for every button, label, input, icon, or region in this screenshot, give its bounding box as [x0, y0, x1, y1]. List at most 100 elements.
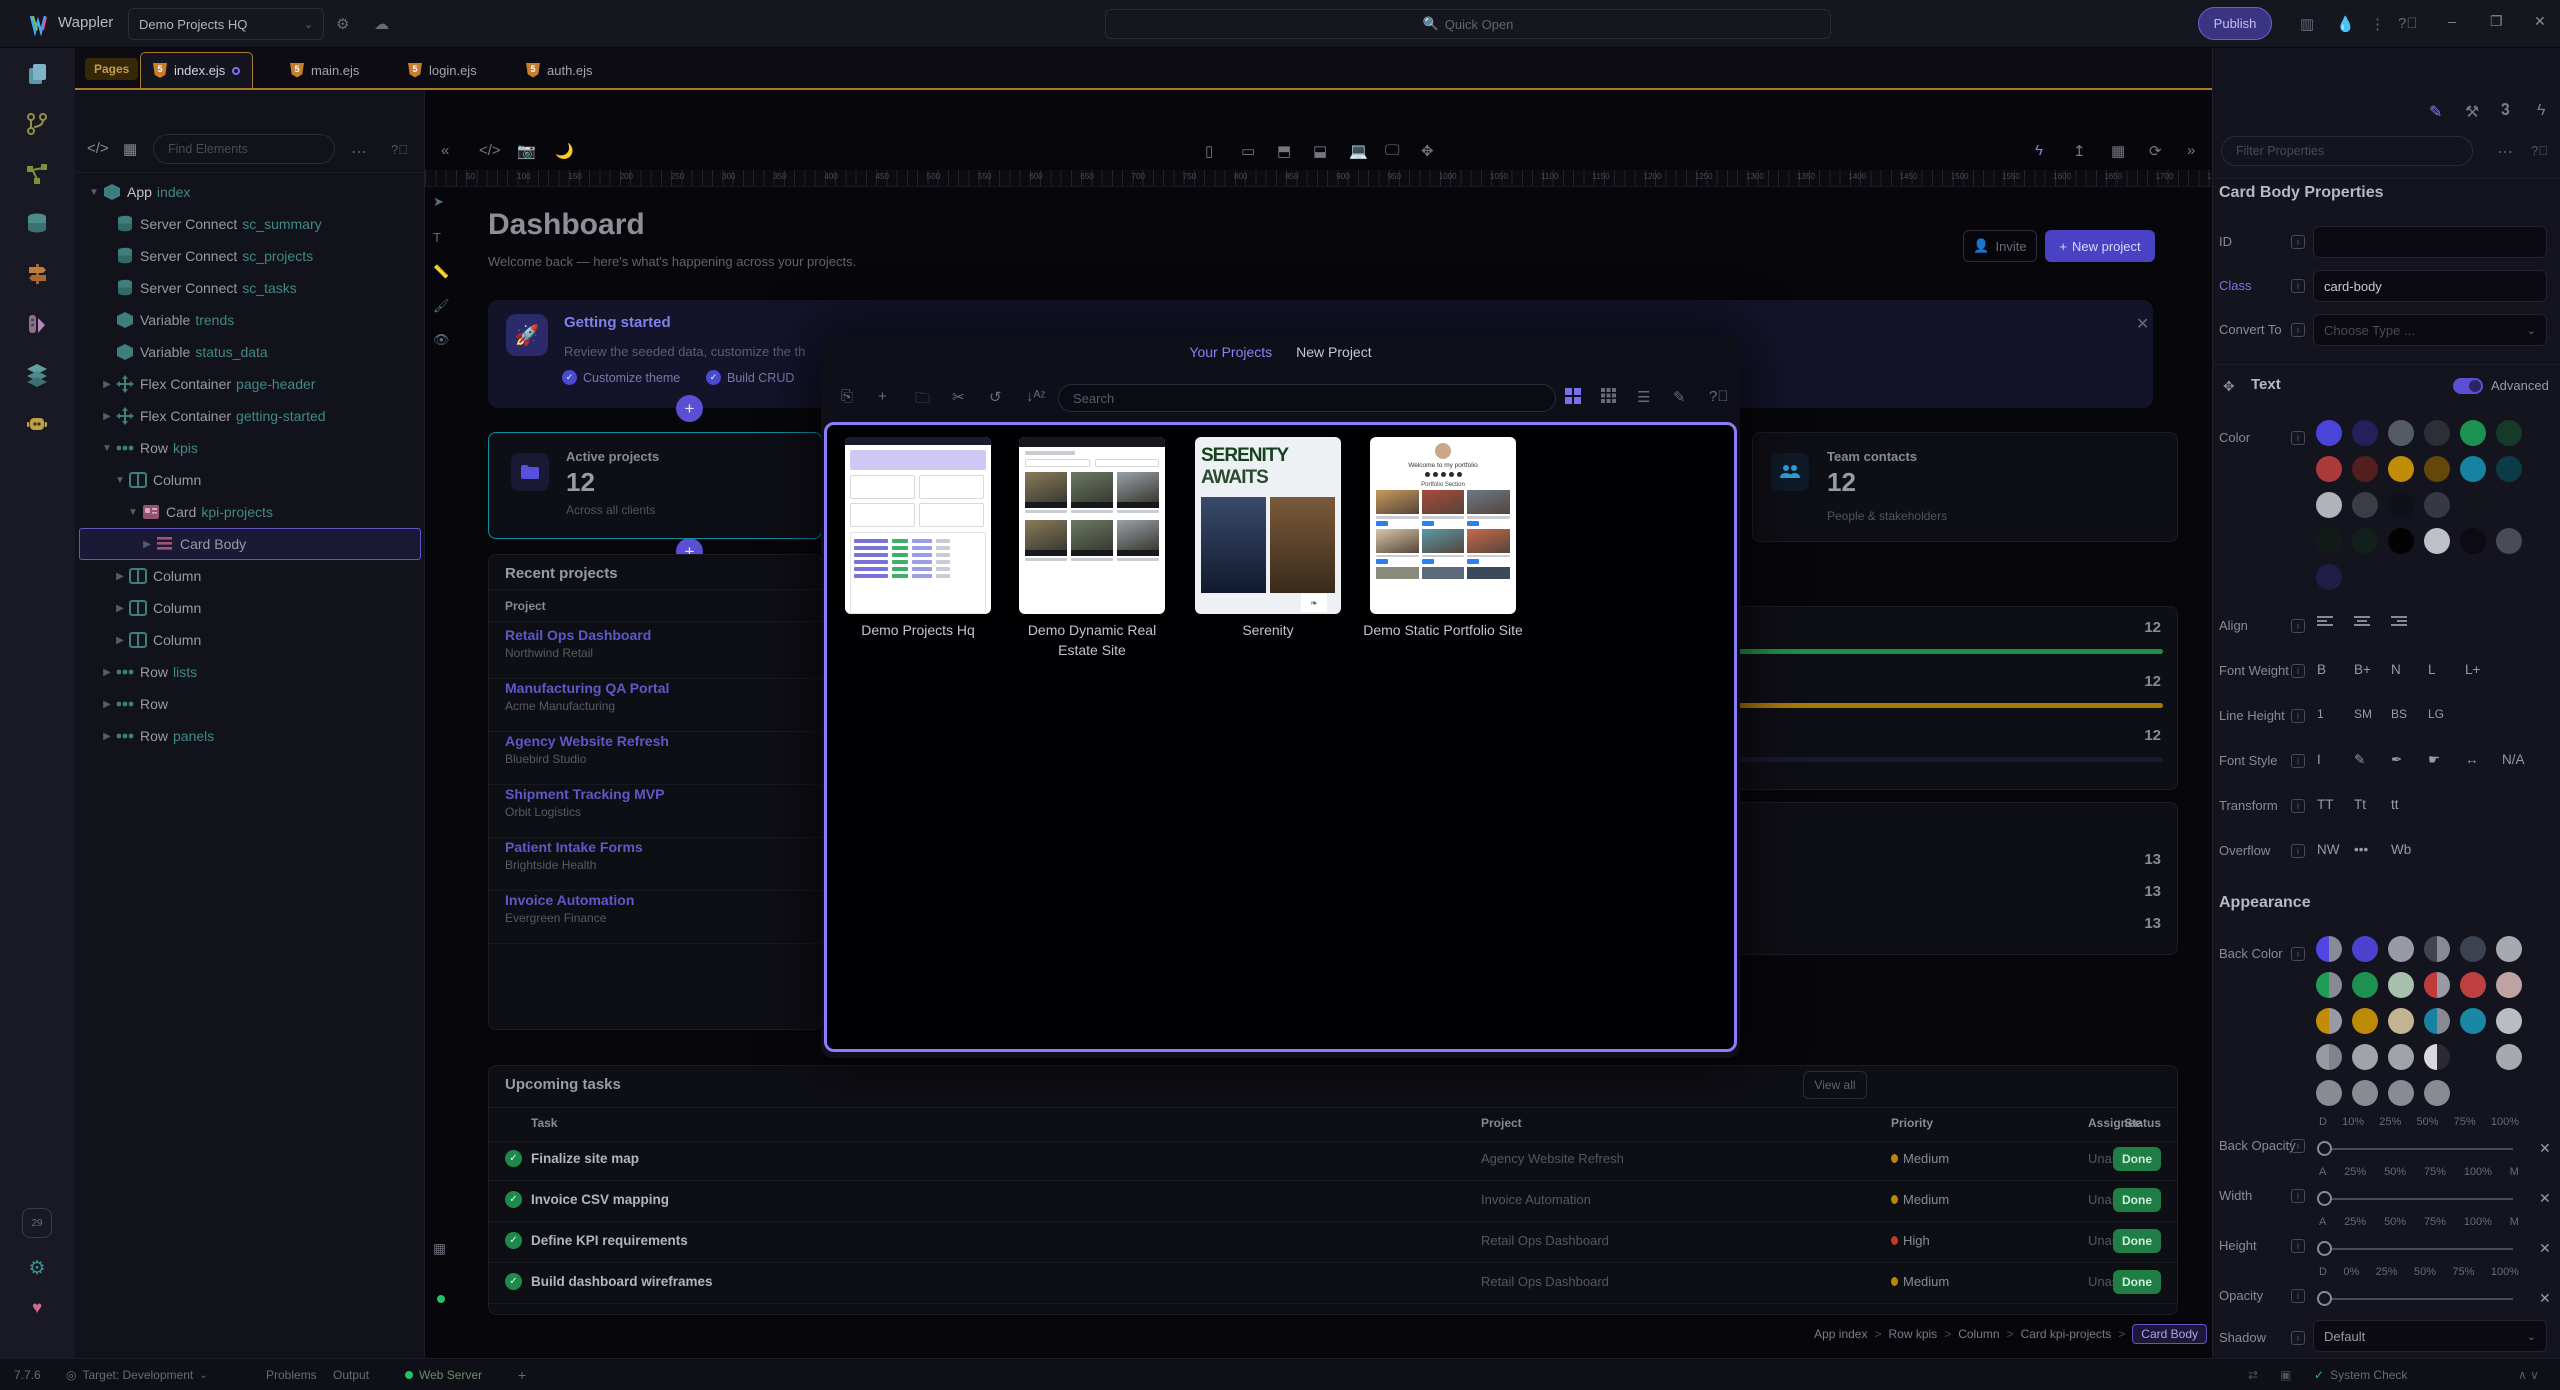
back-color-swatch[interactable]	[2388, 1080, 2414, 1106]
font-weight-option-L+[interactable]: L+	[2465, 662, 2480, 677]
recent-project-row[interactable]: Patient Intake FormsBrightside Health	[505, 839, 807, 891]
font-weight-option-L[interactable]: L	[2428, 662, 2436, 677]
gear-icon[interactable]: ⚙	[336, 15, 349, 33]
add-panel-button[interactable]: +	[518, 1359, 526, 1390]
transform-option-Tt[interactable]: Tt	[2354, 797, 2366, 812]
tools-icon[interactable]: ⚒	[2465, 102, 2479, 122]
sync-icon[interactable]: ⇄	[2248, 1359, 2258, 1390]
history-icon[interactable]: ↺	[989, 388, 1002, 406]
slider-0-knob[interactable]	[2317, 1141, 2332, 1156]
text-color-swatch[interactable]	[2496, 528, 2522, 554]
text-color-swatch[interactable]	[2424, 492, 2450, 518]
recent-project-row[interactable]: Invoice AutomationEvergreen Finance	[505, 892, 807, 944]
tree-item-column[interactable]: ▶Column	[79, 560, 421, 592]
tree-item-card-body[interactable]: ▶Card Body	[79, 528, 421, 560]
font-style-option-N/A[interactable]: N/A	[2502, 752, 2525, 767]
find-elements-input[interactable]: Find Elements	[153, 134, 335, 164]
more-icon[interactable]: ⋯	[2497, 142, 2513, 162]
close-icon[interactable]: ✕	[2534, 13, 2546, 30]
collapse-left-icon[interactable]: «	[441, 142, 449, 159]
project-link[interactable]: Patient Intake Forms	[505, 839, 807, 855]
layout-columns-icon[interactable]: ▥	[2300, 15, 2314, 33]
back-color-swatch[interactable]	[2388, 1044, 2414, 1070]
active-projects-card[interactable]: Active projects 12 Across all clients	[488, 432, 822, 539]
sort-az-icon[interactable]: ↓ᴬᶻ	[1026, 388, 1046, 405]
droplet-icon[interactable]: 💧	[2336, 15, 2355, 33]
bolt-icon[interactable]: ϟ	[2035, 142, 2043, 159]
align-center-icon[interactable]	[2354, 614, 2370, 628]
project-link[interactable]: Invoice Automation	[505, 892, 807, 908]
target-selector[interactable]: ◎Target: Development⌄	[66, 1359, 208, 1390]
more-icon[interactable]: ⋯	[351, 142, 367, 162]
grid-large-icon[interactable]	[1565, 388, 1581, 408]
tree-item-column[interactable]: ▼Column	[79, 464, 421, 496]
back-color-swatch[interactable]	[2424, 936, 2450, 962]
text-color-swatch[interactable]	[2424, 456, 2450, 482]
back-color-swatch[interactable]	[2496, 972, 2522, 998]
help-icon[interactable]: ?⃝	[1709, 388, 1729, 405]
minimize-icon[interactable]: –	[2448, 13, 2456, 29]
add-element-button[interactable]: +	[676, 395, 703, 422]
publish-button[interactable]: Publish	[2198, 7, 2272, 40]
back-color-swatch[interactable]	[2388, 936, 2414, 962]
cut-icon[interactable]: ✂	[952, 388, 965, 406]
chevron-down-icon[interactable]: ▼	[98, 443, 116, 454]
recent-project-row[interactable]: Retail Ops DashboardNorthwind Retail	[505, 627, 807, 679]
text-color-swatch[interactable]	[2388, 528, 2414, 554]
font-style-option-↔[interactable]: ↔	[2465, 752, 2479, 767]
grid-small-icon[interactable]	[1601, 388, 1616, 407]
shadow-select[interactable]: Default⌄	[2313, 1320, 2547, 1352]
text-tool-icon[interactable]: T	[433, 230, 441, 245]
visibility-icon[interactable]: 👁	[433, 332, 450, 348]
line-height-option-BS[interactable]: BS	[2391, 707, 2407, 721]
collapse-right-icon[interactable]: »	[2187, 142, 2195, 159]
back-color-swatch[interactable]	[2352, 1044, 2378, 1070]
banner-close-icon[interactable]: ✕	[2136, 314, 2149, 334]
tab-auth.ejs[interactable]: 5auth.ejs	[514, 52, 605, 88]
team-contacts-card[interactable]: Team contacts 12 People & stakeholders	[1752, 432, 2178, 542]
tree-item-column[interactable]: ▶Column	[79, 624, 421, 656]
back-color-swatch[interactable]	[2316, 1080, 2342, 1106]
back-color-swatch[interactable]	[2460, 1044, 2486, 1070]
recent-project-row[interactable]: Manufacturing QA PortalAcme Manufacturin…	[505, 680, 807, 732]
font-style-option-I[interactable]: I	[2317, 752, 2321, 767]
phone-landscape-icon[interactable]: ▭	[1241, 142, 1255, 160]
database-icon[interactable]	[22, 210, 52, 240]
text-color-swatch[interactable]	[2424, 528, 2450, 554]
chevron-right-icon[interactable]: ▶	[98, 731, 116, 742]
line-height-option-1[interactable]: 1	[2317, 707, 2324, 721]
slider-2-track[interactable]	[2331, 1248, 2513, 1250]
chevron-down-icon[interactable]: ▼	[85, 187, 103, 198]
system-check[interactable]: ✓System Check	[2314, 1359, 2407, 1390]
chevron-right-icon[interactable]: ▶	[111, 635, 129, 646]
font-weight-option-B+[interactable]: B+	[2354, 662, 2371, 677]
pages-icon[interactable]	[22, 60, 52, 90]
back-color-swatch[interactable]	[2496, 936, 2522, 962]
list-view-icon[interactable]: ☰	[1637, 388, 1650, 406]
back-color-swatch[interactable]	[2460, 1008, 2486, 1034]
layers-icon[interactable]	[22, 360, 52, 390]
recent-project-row[interactable]: Agency Website RefreshBluebird Studio	[505, 733, 807, 785]
font-style-option-✎[interactable]: ✎	[2354, 752, 2365, 768]
text-color-swatch[interactable]	[2352, 420, 2378, 446]
text-color-swatch[interactable]	[2388, 456, 2414, 482]
task-name[interactable]: Define KPI requirements	[531, 1233, 688, 1248]
toggle-switch[interactable]	[2453, 378, 2483, 394]
transform-option-tt[interactable]: tt	[2391, 797, 2399, 812]
breadcrumb-item[interactable]: App index	[1814, 1327, 1867, 1341]
cloud-download-icon[interactable]: ☁	[374, 15, 389, 33]
more-vertical-icon[interactable]: ⋮	[2370, 15, 2385, 33]
text-color-swatch[interactable]	[2352, 492, 2378, 518]
fit-screen-icon[interactable]: ✥	[1421, 142, 1434, 160]
task-name[interactable]: Build dashboard wireframes	[531, 1274, 713, 1289]
text-color-swatch[interactable]	[2352, 456, 2378, 482]
chat-icon[interactable]: 29	[22, 1208, 52, 1238]
chevron-right-icon[interactable]: ▶	[98, 667, 116, 678]
task-name[interactable]: Finalize site map	[531, 1151, 639, 1166]
chevron-down-icon[interactable]: ▼	[111, 475, 129, 486]
back-color-swatch[interactable]	[2424, 972, 2450, 998]
task-name[interactable]: Invoice CSV mapping	[531, 1192, 669, 1207]
text-color-swatch[interactable]	[2424, 420, 2450, 446]
tree-item-status_data[interactable]: Variablestatus_data	[79, 336, 421, 368]
slider-0-track[interactable]	[2331, 1148, 2513, 1150]
